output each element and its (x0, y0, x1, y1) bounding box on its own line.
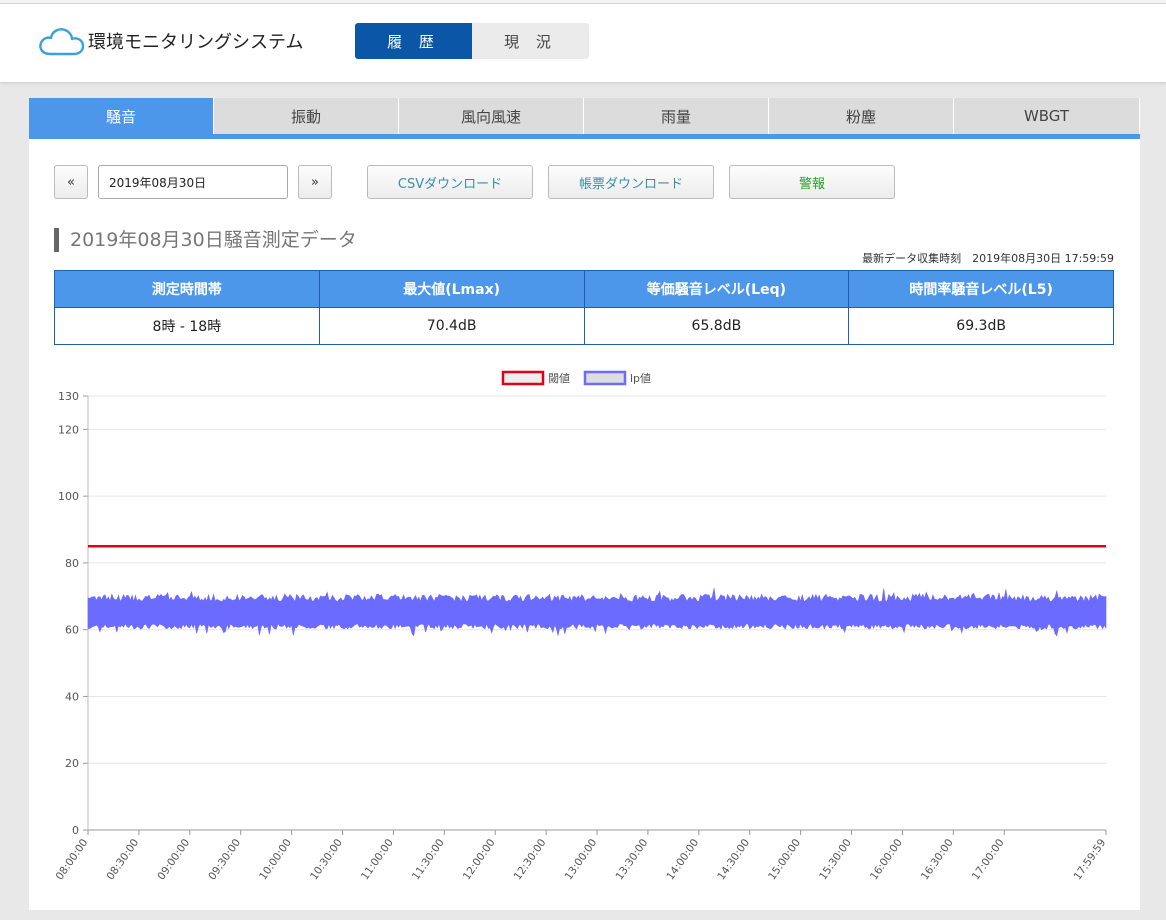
tab-underline (29, 134, 1140, 139)
nav-current-button[interactable]: 現 況 (472, 23, 589, 59)
date-input[interactable] (98, 165, 288, 199)
latest-timestamp: 最新データ収集時刻 2019年08月30日 17:59:59 (862, 252, 1114, 265)
x-tick-label: 11:00:00 (359, 837, 396, 883)
y-tick-label: 130 (58, 390, 79, 403)
prev-day-button[interactable]: « (54, 165, 88, 199)
y-tick-label: 120 (58, 423, 79, 436)
cell-leq: 65.8dB (583, 307, 850, 345)
nav-history-button[interactable]: 履 歴 (355, 23, 472, 59)
x-tick-label: 12:00:00 (461, 837, 498, 883)
x-tick-label: 12:30:00 (512, 837, 549, 883)
tab-rain[interactable]: 雨量 (584, 98, 769, 134)
tab-noise[interactable]: 騒音 (29, 98, 214, 134)
x-tick-label: 15:00:00 (766, 837, 803, 883)
cell-lmax: 70.4dB (318, 307, 585, 345)
app-header: 環境モニタリングシステム 履 歴 現 況 (0, 4, 1166, 83)
sensor-tabs: 騒音 振動 風向風速 雨量 粉塵 WBGT (29, 98, 1140, 134)
main-nav: 履 歴 現 況 (355, 23, 589, 59)
lp-series-area (87, 588, 1107, 637)
legend-lp-swatch (583, 370, 627, 386)
legend-lp-label: lp値 (630, 372, 651, 385)
summary-table: 測定時間帯 最大値(Lmax) 等価騒音レベル(Leq) 時間率騒音レベル(L5… (54, 270, 1114, 345)
tab-wbgt[interactable]: WBGT (954, 98, 1139, 134)
y-tick-label: 40 (65, 690, 79, 703)
alarm-button[interactable]: 警報 (729, 165, 895, 199)
next-day-button[interactable]: » (298, 165, 332, 199)
header-leq: 等価騒音レベル(Leq) (583, 270, 850, 308)
y-tick-label: 100 (58, 490, 79, 503)
y-tick-label: 0 (72, 824, 79, 837)
x-tick-label: 16:00:00 (868, 837, 905, 883)
x-tick-label: 13:30:00 (613, 837, 650, 883)
tab-dust[interactable]: 粉塵 (769, 98, 954, 134)
x-tick-label: 09:30:00 (206, 837, 243, 883)
x-tick-label: 10:30:00 (308, 837, 345, 883)
x-tick-label: 17:00:00 (970, 837, 1007, 883)
x-tick-label: 15:30:00 (817, 837, 854, 883)
cell-time-range: 8時 - 18時 (54, 307, 320, 345)
main-panel: 騒音 振動 風向風速 雨量 粉塵 WBGT « » CSVダウンロード 帳票ダウ… (29, 98, 1140, 910)
app-title: 環境モニタリングシステム (88, 32, 304, 53)
x-tick-label: 08:00:00 (54, 837, 91, 883)
x-tick-label: 16:30:00 (919, 837, 956, 883)
header-time-range: 測定時間帯 (54, 270, 320, 308)
header-lmax: 最大値(Lmax) (318, 270, 585, 308)
x-tick-label: 14:00:00 (664, 837, 701, 883)
cloud-icon (39, 28, 85, 56)
header-l5: 時間率騒音レベル(L5) (848, 270, 1114, 308)
page-title: 2019年08月30日騒音測定データ (54, 228, 357, 252)
x-tick-label: 09:00:00 (155, 837, 192, 883)
app-logo[interactable]: 環境モニタリングシステム (36, 24, 303, 58)
tab-wind[interactable]: 風向風速 (399, 98, 584, 134)
x-tick-label: 08:30:00 (104, 837, 141, 883)
x-tick-label: 11:30:00 (410, 837, 447, 883)
table-row: 8時 - 18時 70.4dB 65.8dB 69.3dB (54, 307, 1114, 345)
x-tick-label: 14:30:00 (715, 837, 752, 883)
noise-chart-svg: 閾値 lp値 0 20 40 60 80 100 120 130 08:00:00 08:30:00 0… (54, 370, 1109, 883)
x-tick-label: 10:00:00 (257, 837, 294, 883)
y-tick-label: 20 (65, 757, 79, 770)
noise-chart: 閾値 lp値 0 20 40 60 80 100 120 130 08:00:00 08:30:00 0… (29, 366, 1140, 914)
csv-download-button[interactable]: CSVダウンロード (367, 165, 533, 199)
x-tick-label: 13:00:00 (563, 837, 600, 883)
legend-threshold-swatch (501, 370, 545, 386)
tab-vibration[interactable]: 振動 (214, 98, 399, 134)
y-tick-label: 80 (65, 557, 79, 570)
report-download-button[interactable]: 帳票ダウンロード (548, 165, 714, 199)
cell-l5: 69.3dB (848, 307, 1114, 345)
x-tick-label: 17:59:59 (1072, 837, 1109, 883)
legend-threshold-label: 閾値 (548, 372, 570, 385)
table-header-row: 測定時間帯 最大値(Lmax) 等価騒音レベル(Leq) 時間率騒音レベル(L5… (54, 270, 1114, 308)
y-tick-label: 60 (65, 624, 79, 637)
